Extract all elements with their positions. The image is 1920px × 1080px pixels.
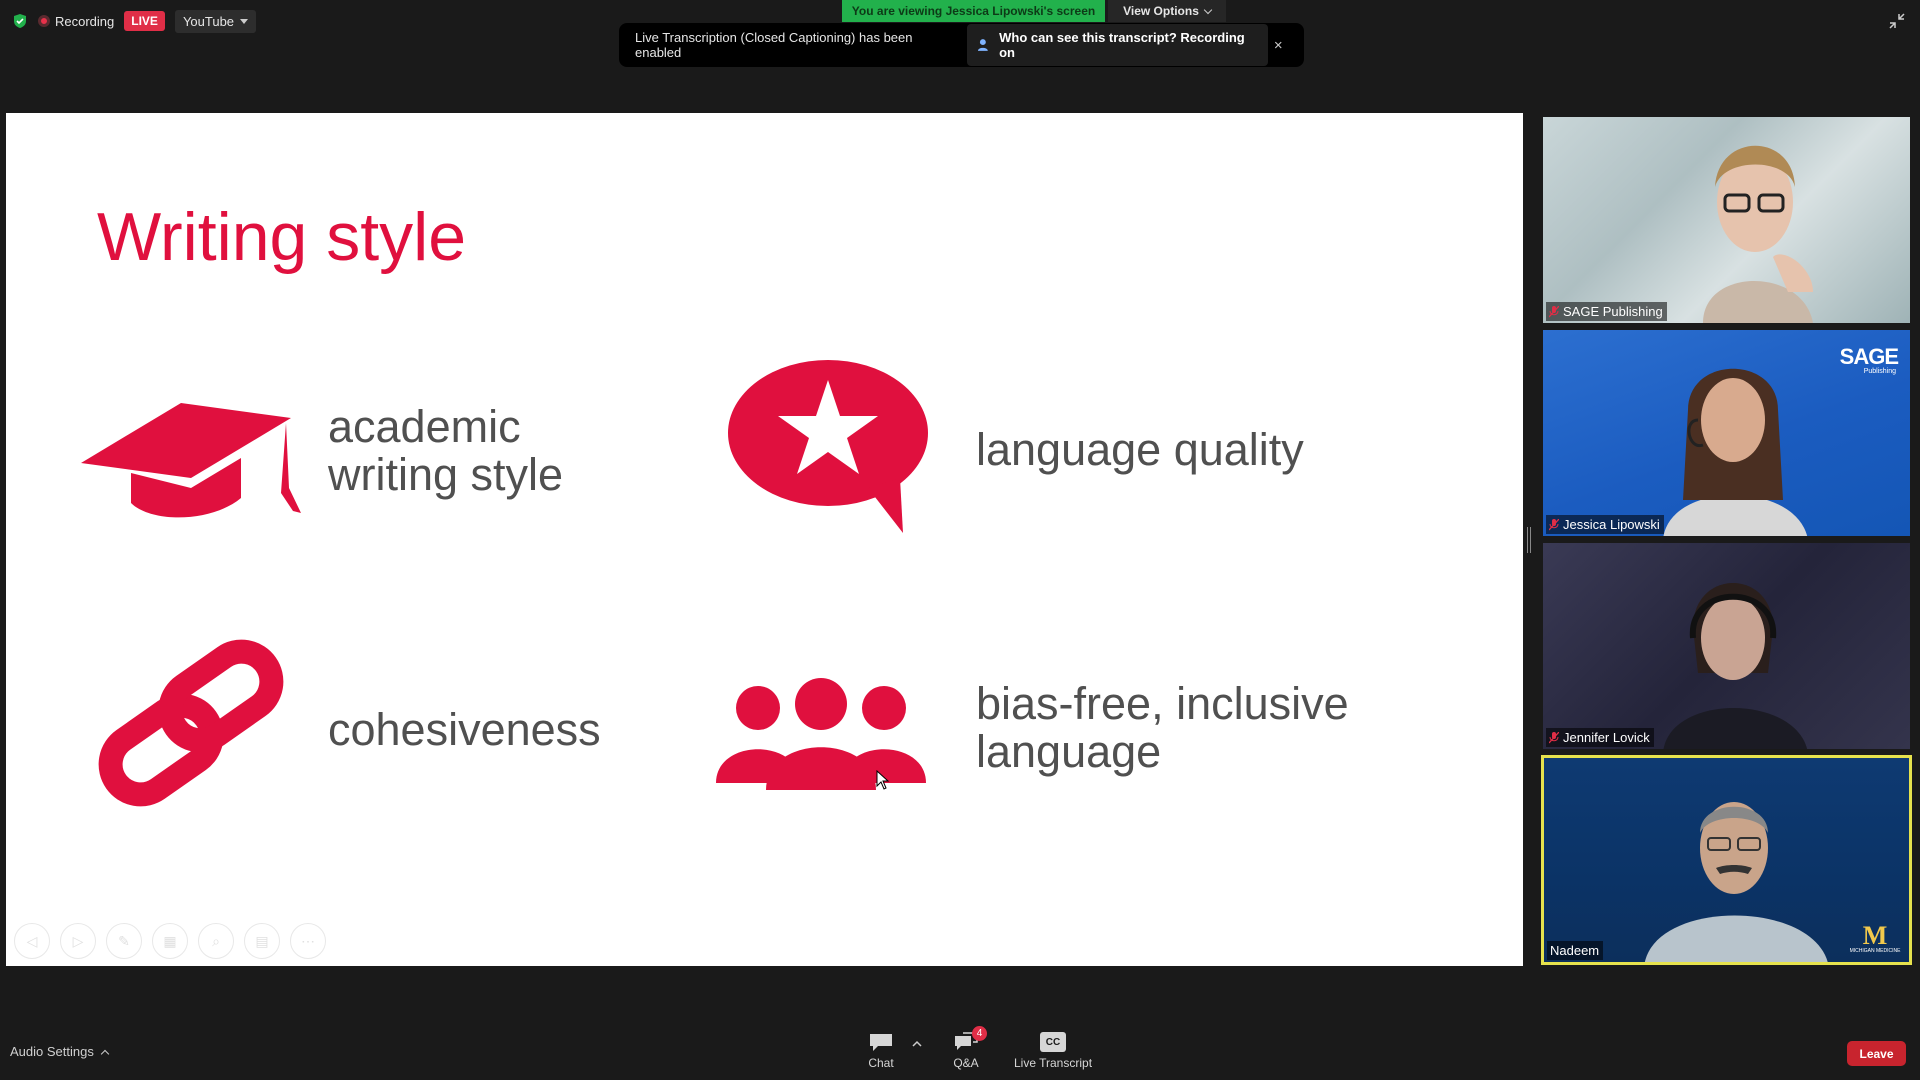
feature-line: academic — [328, 401, 521, 452]
people-group-icon — [716, 678, 926, 790]
feature-line: language — [976, 726, 1162, 777]
notification-message: Live Transcription (Closed Captioning) h… — [635, 30, 913, 60]
caret-up-icon — [100, 1049, 110, 1058]
participant-name: Jessica Lipowski — [1563, 517, 1660, 532]
feature-language-quality: language quality — [976, 426, 1304, 474]
chain-link-icon — [98, 639, 284, 807]
feature-cohesiveness: cohesiveness — [328, 706, 601, 754]
feature-line: language quality — [976, 424, 1304, 475]
live-badge[interactable]: LIVE — [124, 11, 165, 31]
video-tile-nadeem-active-speaker[interactable]: M MICHIGAN MEDICINE Nadeem — [1541, 755, 1912, 965]
next-slide-icon[interactable]: ▷ — [60, 923, 96, 959]
michigan-medicine-logo: M MICHIGAN MEDICINE — [1849, 921, 1901, 955]
who-can-see-label: Who can see this transcript? Recording o… — [999, 30, 1245, 60]
participant-name: Jennifer Lovick — [1563, 730, 1650, 745]
chevron-down-icon — [1203, 5, 1213, 14]
recording-dot-icon — [38, 15, 50, 27]
chat-button[interactable]: Chat — [868, 1032, 894, 1070]
slide-controls: ◁ ▷ ✎ ▦ ⌕ ▤ ⋯ — [14, 923, 326, 959]
who-can-see-button[interactable]: Who can see this transcript? Recording o… — [967, 24, 1269, 66]
video-tile-sage-publishing[interactable]: SAGE Publishing — [1543, 117, 1910, 323]
pen-icon[interactable]: ✎ — [106, 923, 142, 959]
mouse-cursor-icon — [876, 770, 890, 790]
sage-logo: SAGE — [1839, 344, 1899, 369]
participant-name: SAGE Publishing — [1563, 304, 1663, 319]
logo-subtitle: MICHIGAN MEDICINE — [1849, 948, 1901, 954]
chat-label: Chat — [868, 1056, 894, 1070]
qa-badge: 4 — [972, 1026, 987, 1041]
encryption-shield-icon[interactable] — [12, 13, 28, 29]
chat-options-caret-icon[interactable] — [912, 1040, 922, 1048]
leave-button[interactable]: Leave — [1847, 1041, 1906, 1066]
participant-name-tag: SAGE Publishing — [1546, 302, 1667, 321]
sage-logo-subtitle: Publishing — [1863, 368, 1896, 375]
exit-fullscreen-icon[interactable] — [1888, 12, 1906, 30]
slide-title: Writing style — [97, 199, 467, 275]
panel-resize-handle[interactable] — [1527, 527, 1531, 553]
feature-line: writing style — [328, 449, 564, 500]
graduation-cap-icon — [81, 403, 301, 518]
star-speech-bubble-icon — [728, 360, 928, 533]
participant-video — [1663, 368, 1807, 536]
mic-muted-icon — [1549, 518, 1559, 530]
participant-video — [1663, 583, 1807, 749]
feature-academic-style: academic writing style — [328, 403, 563, 499]
chat-bubble-icon — [870, 1034, 892, 1051]
view-options-label: View Options — [1123, 4, 1199, 18]
zoom-icon[interactable]: ⌕ — [198, 923, 234, 959]
audio-settings-label: Audio Settings — [10, 1044, 94, 1059]
caret-down-icon — [240, 18, 249, 24]
close-icon[interactable]: × — [1268, 37, 1288, 54]
qa-label: Q&A — [953, 1056, 979, 1070]
participant-name-tag: Jessica Lipowski — [1546, 515, 1664, 534]
video-tile-jessica-lipowski[interactable]: SAGE Publishing Jessica Lipowski — [1543, 330, 1910, 536]
slides-grid-icon[interactable]: ▦ — [152, 923, 188, 959]
transcription-notification: Live Transcription (Closed Captioning) h… — [619, 23, 1304, 67]
previous-slide-icon[interactable]: ◁ — [14, 923, 50, 959]
live-transcript-button[interactable]: CC Live Transcript — [1014, 1032, 1092, 1070]
more-options-icon[interactable]: ⋯ — [290, 923, 326, 959]
recording-label: Recording — [55, 13, 115, 29]
logo-letter: M — [1862, 921, 1888, 950]
shared-slide: Writing style academic writing style lan… — [6, 113, 1523, 966]
live-transcript-label: Live Transcript — [1014, 1056, 1093, 1070]
view-options-button[interactable]: View Options — [1108, 0, 1226, 22]
mic-muted-icon — [1549, 731, 1559, 743]
mic-muted-icon — [1549, 305, 1559, 317]
feature-line: cohesiveness — [328, 704, 601, 755]
video-tile-jennifer-lovick[interactable]: Jennifer Lovick — [1543, 543, 1910, 749]
participant-video — [1703, 145, 1813, 323]
cc-icon-text: CC — [1045, 1036, 1061, 1048]
feature-bias-free-language: bias-free, inclusive language — [976, 680, 1349, 776]
qa-icon-wrap: 4 — [953, 1026, 987, 1052]
recording-indicator[interactable]: Recording — [38, 14, 114, 29]
person-info-icon — [978, 39, 989, 51]
participant-name-tag: Nadeem — [1547, 941, 1604, 960]
participant-video — [1645, 802, 1828, 962]
screen-share-banner: You are viewing Jessica Lipowski's scree… — [842, 0, 1105, 22]
audio-settings-button[interactable]: Audio Settings — [10, 1044, 110, 1059]
subtitles-icon[interactable]: ▤ — [244, 923, 280, 959]
stream-destination-label: YouTube — [182, 13, 235, 29]
qa-button[interactable]: 4 Q&A — [953, 1026, 987, 1070]
participant-name-tag: Jennifer Lovick — [1546, 728, 1654, 747]
meeting-status-bar: Recording LIVE YouTube — [12, 9, 257, 33]
stream-destination-dropdown[interactable]: YouTube — [174, 9, 257, 33]
feature-line: bias-free, inclusive — [976, 678, 1349, 729]
participant-name: Nadeem — [1550, 943, 1600, 958]
cc-icon: CC — [1040, 1032, 1067, 1052]
